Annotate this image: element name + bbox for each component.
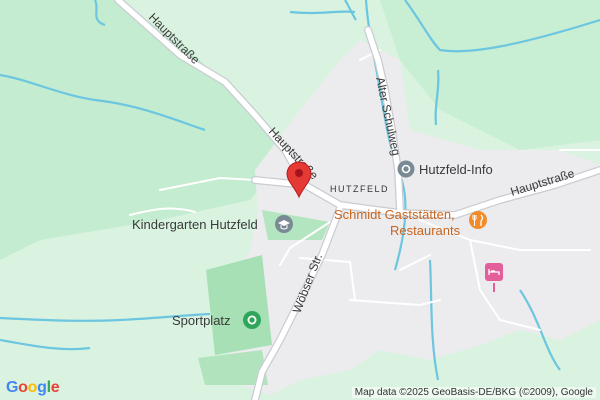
map-canvas[interactable]: Hauptstraße Hauptstraße Hauptstraße Alte… bbox=[0, 0, 600, 400]
poi-label-sportplatz: Sportplatz bbox=[172, 313, 231, 328]
google-logo: Google bbox=[6, 379, 60, 397]
logo-letter: g bbox=[37, 379, 47, 396]
sportplatz-area bbox=[206, 255, 272, 355]
poi-hutzfeld-info[interactable]: Hutzfeld-Info bbox=[397, 160, 493, 178]
poi-label-kindergarten: Kindergarten Hutzfeld bbox=[132, 217, 258, 232]
place-label-hutzfeld: HUTZFELD bbox=[330, 184, 389, 194]
logo-letter: o bbox=[18, 379, 28, 396]
restaurant-icon bbox=[469, 211, 487, 229]
poi-label-hutzfeld-info: Hutzfeld-Info bbox=[419, 162, 493, 177]
poi-label-restaurant-line2: Restaurants bbox=[390, 223, 461, 238]
park-icon bbox=[243, 311, 261, 329]
map-attribution[interactable]: Map data ©2025 GeoBasis-DE/BKG (©2009), … bbox=[351, 387, 596, 398]
logo-letter: e bbox=[50, 379, 60, 396]
logo-letter: o bbox=[27, 379, 38, 396]
poi-sportplatz[interactable]: Sportplatz bbox=[172, 311, 261, 329]
school-icon bbox=[275, 215, 293, 233]
poi-label-restaurant-line1: Schmidt Gaststätten, bbox=[334, 207, 455, 222]
info-pin-icon bbox=[397, 160, 415, 178]
logo-letter: G bbox=[6, 379, 19, 396]
